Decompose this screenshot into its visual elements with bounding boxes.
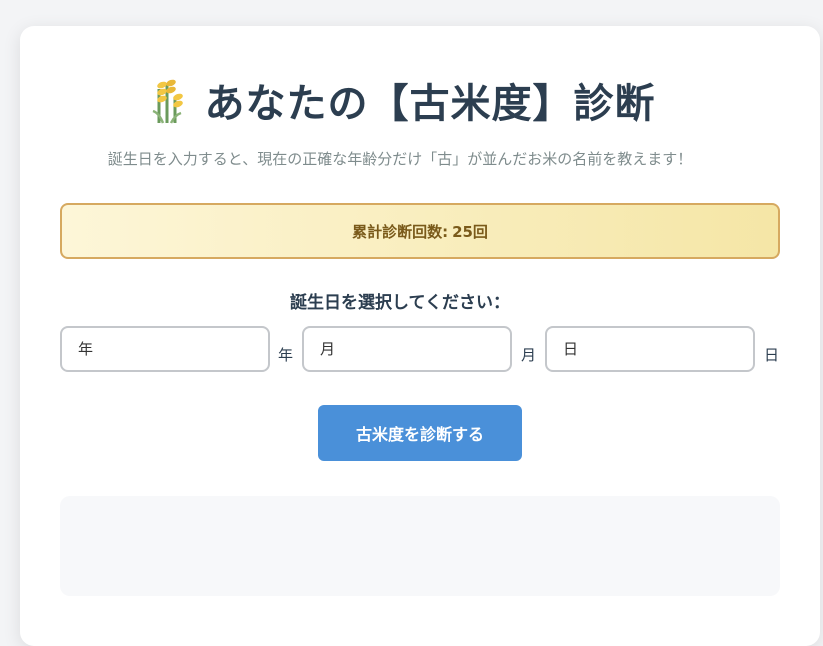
day-field-box	[545, 326, 755, 372]
birthday-select-label: 誕生日を選択してください：	[290, 293, 510, 313]
year-input[interactable]	[62, 328, 258, 370]
page-title: あなたの【古米度】診断	[204, 81, 656, 127]
rice-plant-icon	[152, 79, 183, 124]
day-unit-label: 日	[764, 346, 780, 364]
month-unit-label: 月	[521, 346, 537, 364]
month-field-box	[302, 326, 512, 372]
birthday-inputs: 年 月 日	[60, 326, 790, 372]
counter-value: 25回	[452, 222, 488, 241]
page-subtitle: 誕生日を入力すると、現在の正確な年齢分だけ「古」が並んだお米の名前を教えます！	[107, 150, 693, 168]
title-row: あなたの【古米度】診断	[20, 70, 820, 130]
year-field-box	[60, 326, 270, 372]
year-unit-label: 年	[278, 346, 294, 364]
diagnosis-counter: 累計診断回数: 25回	[60, 203, 780, 259]
day-input[interactable]	[547, 328, 743, 370]
counter-label: 累計診断回数:	[352, 222, 449, 241]
diagnosis-card: あなたの【古米度】診断 誕生日を入力すると、現在の正確な年齢分だけ「古」が並んだ…	[20, 26, 820, 646]
month-input[interactable]	[304, 328, 500, 370]
result-area	[60, 496, 780, 596]
diagnose-button[interactable]: 古米度を診断する	[318, 405, 522, 461]
